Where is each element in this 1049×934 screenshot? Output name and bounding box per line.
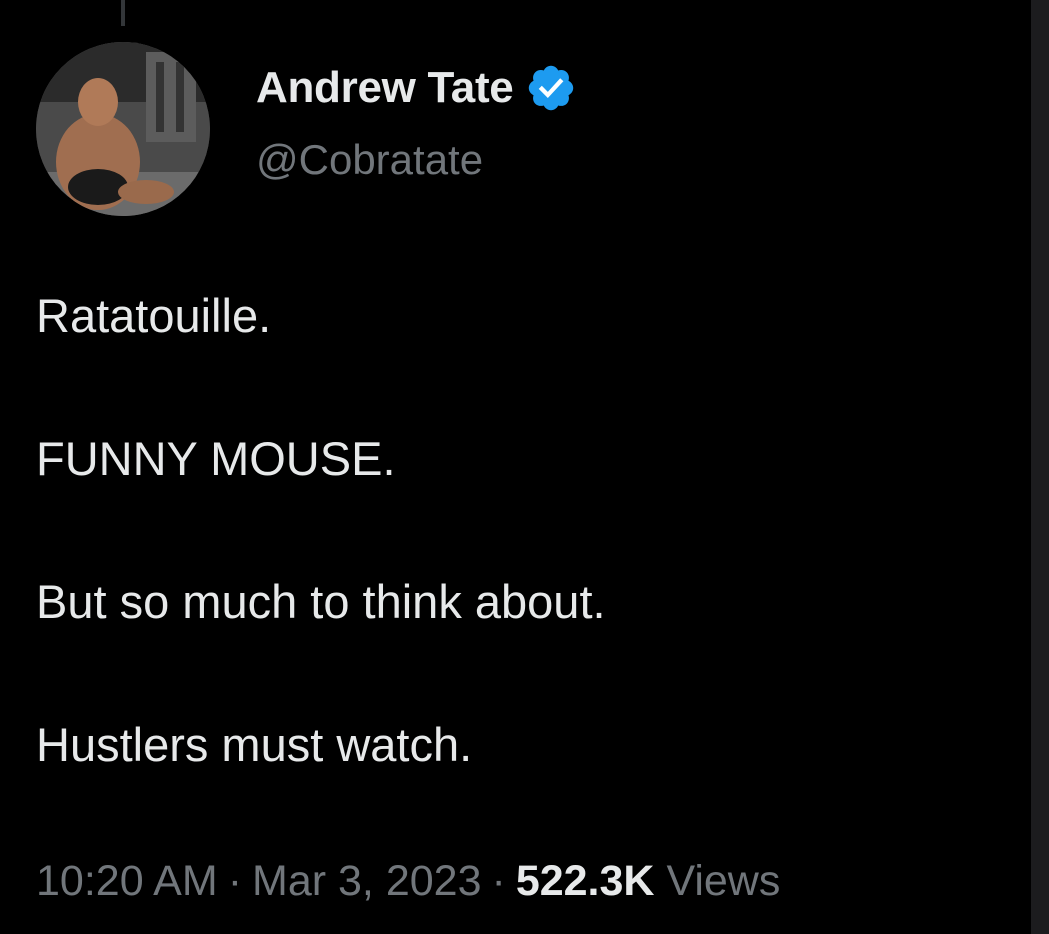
tweet-line: Ratatouille.: [36, 289, 272, 342]
tweet-meta: 10:20 AM · Mar 3, 2023 · 522.3K Views: [36, 857, 780, 906]
tweet-line: Hustlers must watch.: [36, 718, 473, 771]
tweet-line: But so much to think about.: [36, 575, 606, 628]
thread-connector-line: [121, 0, 125, 26]
views-count[interactable]: 522.3K: [516, 857, 655, 905]
tweet-text: Ratatouille. FUNNY MOUSE. But so much to…: [36, 288, 996, 773]
author-display-name[interactable]: Andrew Tate: [256, 63, 514, 113]
tweet-time[interactable]: 10:20 AM: [36, 857, 218, 905]
tweet-line: FUNNY MOUSE.: [36, 432, 396, 485]
meta-separator: ·: [227, 857, 243, 905]
verified-badge-icon: [529, 65, 574, 111]
views-label[interactable]: Views: [666, 857, 780, 905]
avatar[interactable]: [36, 42, 210, 216]
scroll-edge: [1031, 0, 1049, 934]
author-handle[interactable]: @Cobratate: [256, 136, 483, 184]
meta-separator: ·: [491, 857, 506, 905]
author-name-row[interactable]: Andrew Tate: [256, 62, 577, 114]
tweet-date[interactable]: Mar 3, 2023: [252, 857, 481, 905]
